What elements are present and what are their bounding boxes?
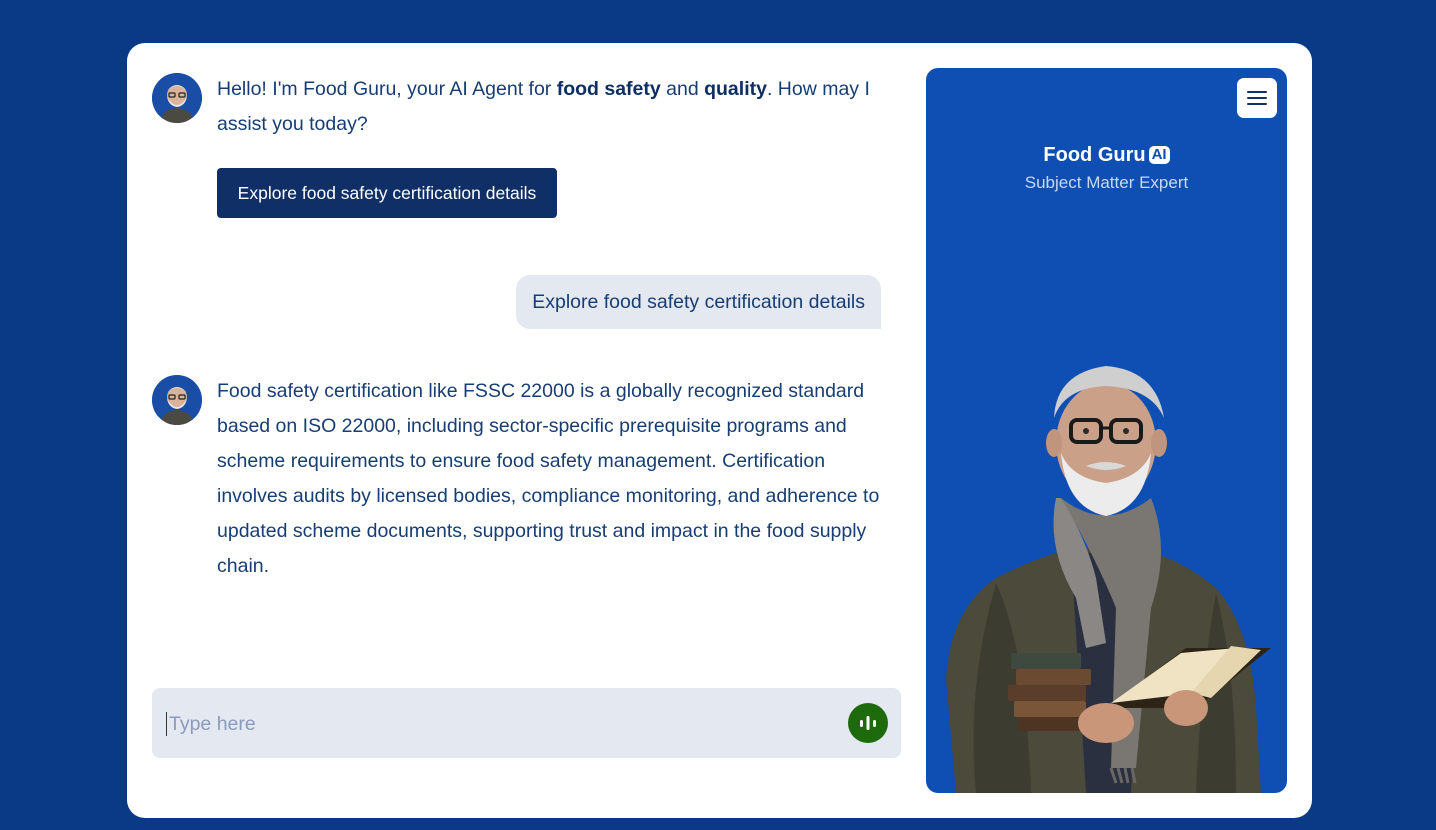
audio-waveform-icon <box>860 716 876 730</box>
menu-button[interactable] <box>1237 78 1277 118</box>
bot-avatar-icon <box>152 73 202 123</box>
suggestion-button[interactable]: Explore food safety certification detail… <box>217 168 557 218</box>
agent-portrait <box>946 366 1271 793</box>
chat-area: Hello! I'm Food Guru, your AI Agent for … <box>127 43 917 818</box>
ai-badge: AI <box>1148 146 1170 164</box>
bot-avatar-icon <box>152 375 202 425</box>
user-message-text: Explore food safety certification detail… <box>532 290 865 313</box>
bot-greeting-message: Hello! I'm Food Guru, your AI Agent for … <box>217 78 870 135</box>
agent-subtitle: Subject Matter Expert <box>1024 173 1189 192</box>
message-input[interactable] <box>166 712 831 736</box>
message-input-bar <box>152 688 901 758</box>
bot-answer-message: Food safety certification like FSSC 2200… <box>217 380 880 577</box>
voice-button[interactable] <box>848 703 888 743</box>
agent-name: Food Guru <box>1043 144 1146 166</box>
chat-card: Hello! I'm Food Guru, your AI Agent for … <box>127 43 1312 818</box>
agent-title: Food Guru AI <box>926 144 1287 167</box>
user-message-bubble: Explore food safety certification detail… <box>516 275 881 329</box>
hamburger-menu-icon <box>1247 91 1267 105</box>
agent-panel: Food Guru AI Subject Matter Expert <box>926 68 1287 793</box>
